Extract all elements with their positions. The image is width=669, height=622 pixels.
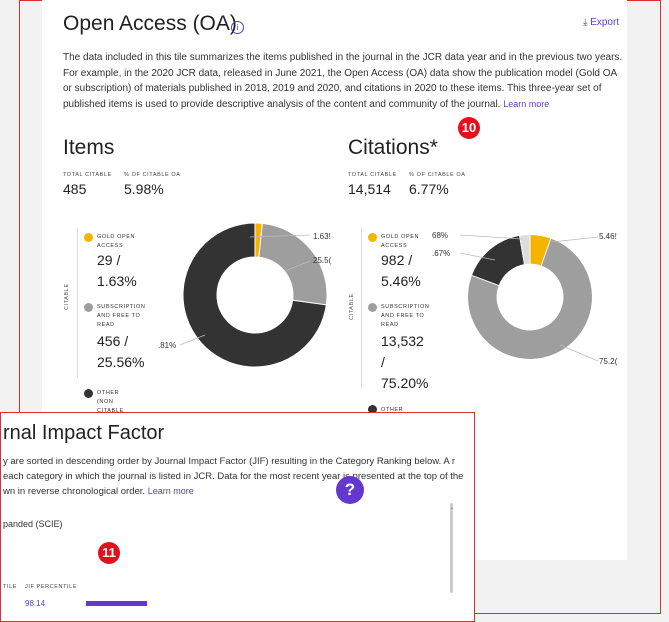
items-pct-label: % OF CITABLE OA	[124, 172, 181, 178]
jif-learn-more-link[interactable]: Learn more	[148, 486, 194, 496]
learn-more-link[interactable]: Learn more	[503, 99, 549, 109]
jif-edition-label: panded (SCIE)	[3, 519, 63, 529]
items-total-value: 485	[63, 181, 87, 197]
jif-col-a-header: TILE	[3, 584, 18, 590]
step-badge-11: 11	[98, 542, 120, 564]
items-legend-gold-value: 29 / 1.63%	[97, 252, 137, 289]
items-pct-value: 5.98%	[124, 181, 164, 197]
items-legend-gold-label: GOLD OPEN ACCESS	[97, 234, 136, 249]
items-divider	[77, 228, 78, 378]
citations-legend-gold-value: 982 / 5.46%	[381, 252, 421, 289]
oa-title: Open Access (OA)	[63, 12, 237, 35]
jif-title: rnal Impact Factor	[3, 422, 165, 444]
citations-axis-label: CITABLE	[349, 293, 355, 320]
jif-percentile-track	[86, 601, 148, 606]
jif-percentile-header: JIF PERCENTILE	[25, 584, 78, 590]
journal-impact-factor-card: rnal Impact Factor y are sorted in desce…	[0, 412, 475, 622]
subscription-legend-dot	[84, 303, 93, 312]
items-total-label: TOTAL CITABLE	[63, 172, 112, 178]
jif-percentile-value: 98.14	[25, 599, 46, 608]
scroll-up-icon[interactable]: ▲	[450, 505, 454, 510]
items-heading: Items	[63, 136, 115, 159]
oa-description: The data included in this tile summarize…	[63, 52, 623, 110]
items-axis-label: CITABLE	[64, 283, 70, 310]
citations-pct-label: % OF CITABLE OA	[409, 172, 466, 178]
jif-description: y are sorted in descending order by Jour…	[3, 456, 464, 497]
other-legend-dot	[84, 389, 93, 398]
help-icon[interactable]: ?	[336, 476, 364, 504]
citations-callout-lines	[459, 234, 599, 362]
items-legend-sub-value: 456 / 25.56%	[97, 333, 145, 370]
info-icon[interactable]: i	[231, 21, 244, 34]
citations-heading: Citations*	[348, 136, 438, 159]
subscription-legend-dot	[368, 303, 377, 312]
citations-total-value: 14,514	[348, 181, 391, 197]
items-callout-lines	[179, 234, 311, 346]
citations-divider	[361, 228, 362, 388]
citations-total-label: TOTAL CITABLE	[348, 172, 397, 178]
jif-percentile-bar	[86, 601, 147, 606]
items-legend-sub-label: SUBSCRIPTION AND FREE TO READ	[97, 304, 146, 328]
jif-scrollbar[interactable]	[450, 503, 453, 593]
step-badge-10: 10	[458, 117, 480, 139]
download-icon: ⤓	[583, 17, 588, 28]
export-button[interactable]: ⤓ Export	[583, 17, 619, 28]
citations-legend-sub-value: 13,532 / 75.20%	[381, 333, 429, 391]
gold-oa-legend-dot	[84, 233, 93, 242]
citations-legend-gold-label: GOLD OPEN ACCESS	[381, 234, 420, 249]
citations-legend-sub-label: SUBSCRIPTION AND FREE TO READ	[381, 304, 430, 328]
citations-pct-value: 6.77%	[409, 181, 449, 197]
gold-oa-legend-dot	[368, 233, 377, 242]
